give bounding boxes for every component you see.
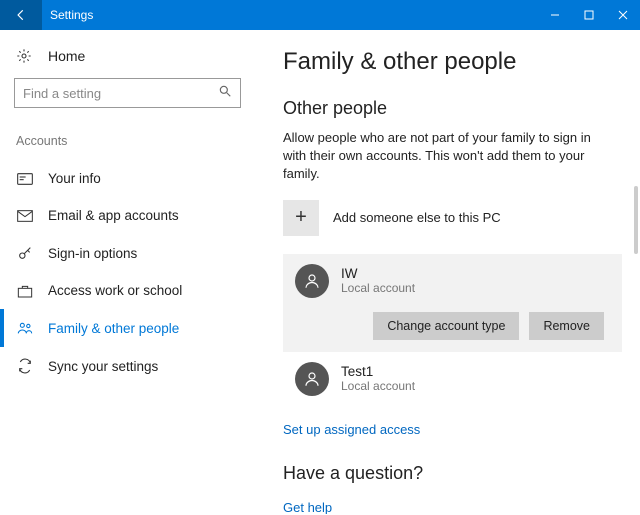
maximize-button[interactable] — [572, 0, 606, 30]
sidebar-section-heading: Accounts — [16, 134, 241, 148]
scrollbar-thumb[interactable] — [634, 186, 638, 254]
back-button[interactable] — [0, 0, 42, 30]
page-title: Family & other people — [283, 48, 622, 76]
main-panel: Family & other people Other people Allow… — [255, 30, 640, 514]
add-someone-label: Add someone else to this PC — [333, 210, 501, 225]
sidebar-item-work-school[interactable]: Access work or school — [14, 272, 241, 309]
user-entry[interactable]: Test1 Local account — [283, 352, 622, 408]
sidebar-item-your-info[interactable]: Your info — [14, 160, 241, 197]
other-people-heading: Other people — [283, 98, 622, 119]
sidebar-item-label: Family & other people — [48, 321, 179, 336]
sidebar-item-family[interactable]: Family & other people — [14, 309, 241, 347]
title-bar: Settings — [0, 0, 640, 30]
remove-button[interactable]: Remove — [529, 312, 604, 340]
sidebar-item-email[interactable]: Email & app accounts — [14, 197, 241, 234]
app-title: Settings — [50, 8, 93, 22]
user-type: Local account — [341, 281, 415, 295]
close-button[interactable] — [606, 0, 640, 30]
other-people-description: Allow people who are not part of your fa… — [283, 129, 603, 184]
briefcase-icon — [16, 284, 34, 298]
window-controls — [538, 0, 640, 30]
minimize-button[interactable] — [538, 0, 572, 30]
sidebar: Home Accounts Your info Email & app acco… — [0, 30, 255, 514]
gear-icon — [16, 48, 34, 64]
sidebar-item-signin[interactable]: Sign-in options — [14, 234, 241, 272]
mail-icon — [16, 210, 34, 222]
sidebar-item-label: Sign-in options — [48, 246, 137, 261]
avatar-icon — [295, 264, 329, 298]
user-type: Local account — [341, 379, 415, 393]
search-input[interactable] — [23, 86, 218, 101]
people-icon — [16, 320, 34, 336]
sidebar-item-sync[interactable]: Sync your settings — [14, 347, 241, 385]
question-heading: Have a question? — [283, 463, 622, 484]
home-label: Home — [48, 48, 85, 64]
search-box[interactable] — [14, 78, 241, 108]
sync-icon — [16, 358, 34, 374]
change-account-type-button[interactable]: Change account type — [373, 312, 519, 340]
user-name: IW — [341, 266, 415, 281]
sidebar-item-label: Sync your settings — [48, 359, 158, 374]
search-icon — [218, 84, 232, 103]
user-name: Test1 — [341, 364, 415, 379]
sidebar-item-label: Email & app accounts — [48, 208, 179, 223]
avatar-icon — [295, 362, 329, 396]
plus-icon: + — [283, 200, 319, 236]
home-button[interactable]: Home — [14, 48, 241, 64]
key-icon — [16, 245, 34, 261]
sidebar-item-label: Your info — [48, 171, 101, 186]
user-entry[interactable]: IW Local account Change account type Rem… — [283, 254, 622, 352]
get-help-link[interactable]: Get help — [283, 500, 332, 514]
add-someone-button[interactable]: + Add someone else to this PC — [283, 200, 622, 236]
assigned-access-link[interactable]: Set up assigned access — [283, 422, 420, 437]
card-icon — [16, 173, 34, 185]
sidebar-item-label: Access work or school — [48, 283, 182, 298]
